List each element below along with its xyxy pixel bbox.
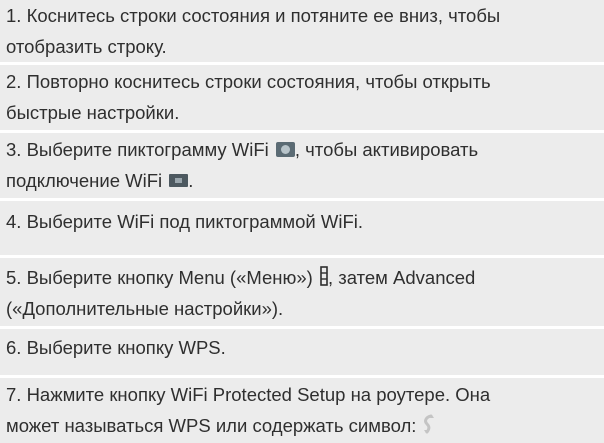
step-1: 1. Коснитесь строки состояния и потяните… — [0, 0, 604, 62]
step-1-line-1: 1. Коснитесь строки состояния и потяните… — [6, 5, 501, 26]
step-3-line-2-end: . — [188, 170, 194, 191]
step-6: 6. Выберите кнопку WPS. — [0, 329, 604, 375]
step-7-line-2: может называться WPS или содержать симво… — [6, 410, 598, 441]
step-7: 7. Нажмите кнопку WiFi Protected Setup н… — [0, 378, 604, 443]
step-3-line-1-end: , чтобы активировать — [294, 139, 479, 160]
step-3-line-2: подключение WiFi . — [6, 165, 598, 196]
step-7-text: 7. Нажмите кнопку WiFi Protected Setup н… — [6, 379, 598, 441]
step-5-text: 5. Выберите кнопку Menu («Меню») , затем… — [6, 262, 598, 324]
step-4-text: 4. Выберите WiFi под пиктограммой WiFi. — [6, 206, 598, 237]
step-5-line-1-end: , затем Advanced — [327, 267, 476, 288]
instruction-steps: 1. Коснитесь строки состояния и потяните… — [0, 0, 604, 443]
step-5-line-1-start: 5. Выберите кнопку Menu («Меню») — [6, 267, 318, 288]
step-2-text: 2. Повторно коснитесь строки состояния, … — [6, 66, 598, 128]
step-7-line-1: 7. Нажмите кнопку WiFi Protected Setup н… — [6, 384, 491, 405]
menu-icon — [320, 266, 328, 286]
step-3: 3. Выберите пиктограмму WiFi , чтобы акт… — [0, 133, 604, 198]
step-3-line-1-start: 3. Выберите пиктограмму WiFi — [6, 139, 274, 160]
wifi-toggle-icon — [169, 173, 189, 187]
step-1-text: 1. Коснитесь строки состояния и потяните… — [6, 0, 598, 62]
step-6-line-1: 6. Выберите кнопку WPS. — [6, 337, 226, 358]
step-5-line-2: («Дополнительные настройки»). — [6, 298, 284, 319]
step-1-line-2: отобразить строку. — [6, 36, 167, 57]
step-4-line-1: 4. Выберите WiFi под пиктограммой WiFi. — [6, 211, 364, 232]
step-2-line-2: быстрые настройки. — [6, 102, 180, 123]
step-3-line-1: 3. Выберите пиктограмму WiFi , чтобы акт… — [6, 134, 598, 165]
step-5: 5. Выберите кнопку Menu («Меню») , затем… — [0, 258, 604, 326]
step-7-line-2-start: может называться WPS или содержать симво… — [6, 415, 417, 436]
step-2: 2. Повторно коснитесь строки состояния, … — [0, 65, 604, 130]
step-6-text: 6. Выберите кнопку WPS. — [6, 332, 598, 363]
step-4: 4. Выберите WiFi под пиктограммой WiFi. — [0, 201, 604, 255]
wps-symbol-icon — [424, 414, 435, 434]
step-3-text: 3. Выберите пиктограмму WiFi , чтобы акт… — [6, 134, 598, 196]
step-3-line-2-start: подключение WiFi — [6, 170, 168, 191]
wifi-settings-icon — [275, 141, 295, 157]
step-5-line-1: 5. Выберите кнопку Menu («Меню») , затем… — [6, 262, 598, 293]
step-2-line-1: 2. Повторно коснитесь строки состояния, … — [6, 71, 491, 92]
